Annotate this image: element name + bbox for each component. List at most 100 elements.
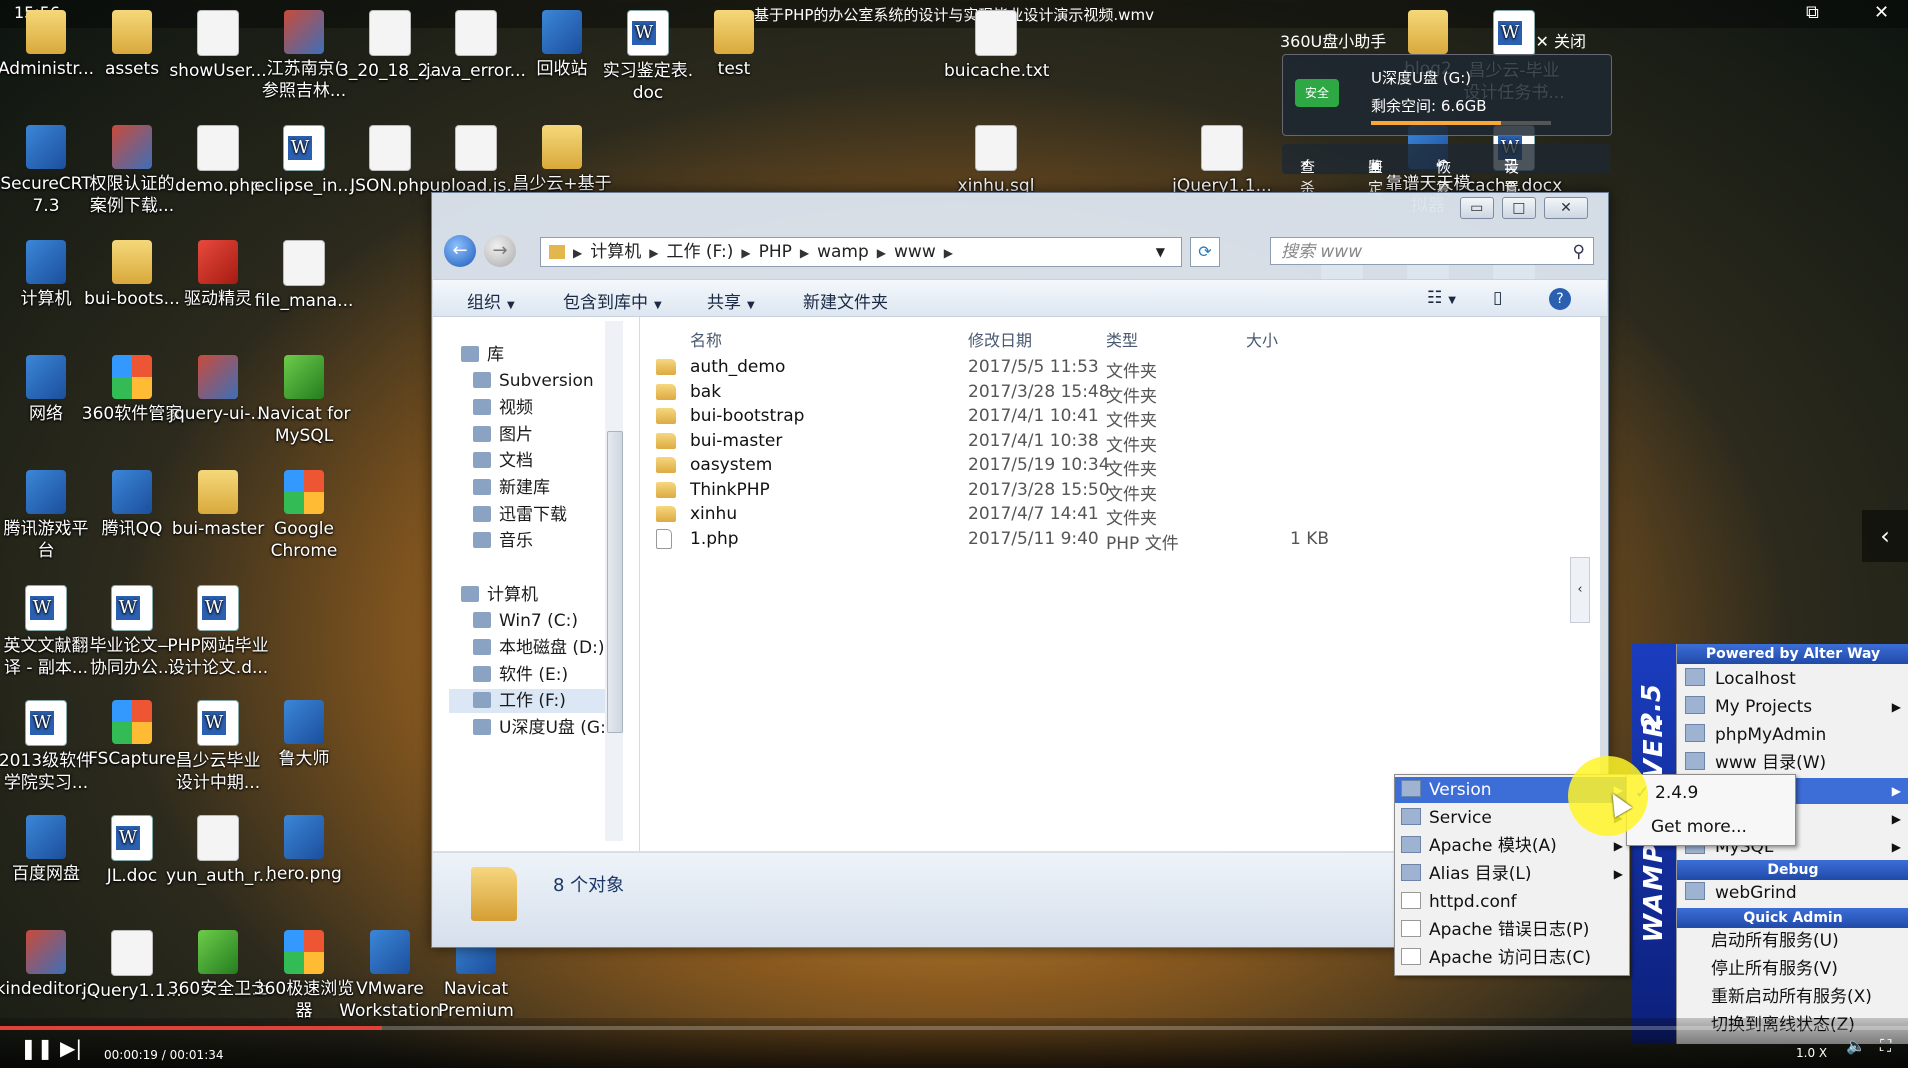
wamp-menu-item[interactable]: Localhost bbox=[1677, 666, 1908, 692]
file-row[interactable]: auth_demo 2017/5/5 11:53 文件夹 bbox=[640, 355, 1540, 382]
desktop-icon[interactable]: file_mana... bbox=[252, 240, 356, 312]
apache-menu-item[interactable]: Apache 模块(A) ▶ bbox=[1395, 833, 1629, 859]
nav-item[interactable]: 本地磁盘 (D:) bbox=[473, 636, 605, 660]
column-size[interactable]: 大小 bbox=[1246, 327, 1278, 351]
nav-item[interactable]: 计算机 bbox=[461, 583, 538, 607]
apache-menu-item[interactable]: Alias 目录(L) ▶ bbox=[1395, 861, 1629, 887]
breadcrumb-separator-icon[interactable]: ▶ bbox=[649, 246, 658, 260]
close-button[interactable]: ✕ bbox=[1544, 197, 1588, 219]
nav-item[interactable]: 迅雷下载 bbox=[473, 503, 567, 527]
share-button[interactable]: 共享 ▼ bbox=[707, 288, 755, 313]
desktop-icon[interactable]: 鲁大师 bbox=[252, 700, 356, 770]
organize-button[interactable]: 组织 ▼ bbox=[467, 288, 515, 313]
fullscreen-icon[interactable]: ⛶ bbox=[1880, 1036, 1891, 1056]
file-name: xinhu bbox=[690, 504, 738, 524]
apache-menu-item[interactable]: Apache 错误日志(P) bbox=[1395, 917, 1629, 943]
restore-icon[interactable]: ⧉ bbox=[1806, 2, 1819, 23]
volume-icon[interactable]: 🔈 bbox=[1846, 1036, 1866, 1055]
nav-item-label: U深度U盘 (G:) bbox=[499, 718, 613, 738]
wamp-menu-item[interactable]: My Projects ▶ bbox=[1677, 694, 1908, 720]
nav-item[interactable]: 图片 bbox=[473, 423, 533, 447]
version-item-current[interactable]: ✓2.4.9 bbox=[1627, 779, 1795, 807]
get-more-item[interactable]: Get more... bbox=[1627, 813, 1795, 841]
file-row[interactable]: ThinkPHP 2017/3/28 15:50 文件夹 bbox=[640, 478, 1540, 505]
usb-helper-close-button[interactable]: ✕ 关闭 bbox=[1535, 28, 1586, 52]
apache-menu-item[interactable]: httpd.conf bbox=[1395, 889, 1629, 915]
desktop-icon[interactable]: jQuery1.1... bbox=[1170, 125, 1274, 197]
search-icon[interactable]: ⚲ bbox=[1573, 238, 1585, 266]
breadcrumb-item[interactable]: wamp bbox=[817, 242, 869, 262]
maximize-button[interactable]: □ bbox=[1501, 197, 1536, 219]
speed-label[interactable]: 1.0 X bbox=[1796, 1046, 1827, 1060]
new-folder-button[interactable]: 新建文件夹 bbox=[803, 288, 888, 313]
column-type[interactable]: 类型 bbox=[1106, 327, 1138, 351]
desktop-icon[interactable]: hero.png bbox=[252, 815, 356, 885]
nav-item[interactable]: 文档 bbox=[473, 449, 533, 473]
file-row[interactable]: bui-master 2017/4/1 10:38 文件夹 bbox=[640, 429, 1540, 456]
nav-item[interactable]: 库 bbox=[461, 343, 504, 367]
wamp-menu-item[interactable]: www 目录(W) bbox=[1677, 750, 1908, 776]
desktop-icon[interactable]: Navicat for MySQL bbox=[252, 355, 356, 447]
file-row[interactable]: bak 2017/3/28 15:48 文件夹 bbox=[640, 380, 1540, 407]
breadcrumb-separator-icon[interactable]: ▶ bbox=[877, 246, 886, 260]
side-panel-toggle[interactable]: ‹ bbox=[1862, 510, 1908, 562]
refresh-icon[interactable]: ⟳ bbox=[1190, 237, 1220, 267]
desktop-icon[interactable]: xinhu.sql bbox=[944, 125, 1048, 197]
close-icon[interactable]: ✕ bbox=[1874, 2, 1889, 23]
column-name[interactable]: 名称 bbox=[690, 327, 722, 351]
nav-item-icon bbox=[473, 692, 491, 708]
include-in-library-button[interactable]: 包含到库中 ▼ bbox=[563, 288, 662, 313]
folder-icon bbox=[112, 10, 152, 54]
nav-item[interactable]: 视频 bbox=[473, 396, 533, 420]
nav-item[interactable]: 音乐 bbox=[473, 529, 533, 553]
nav-item[interactable]: Win7 (C:) bbox=[473, 609, 578, 633]
nav-item[interactable]: U深度U盘 (G:) bbox=[473, 716, 612, 740]
file-name: bui-master bbox=[690, 430, 783, 451]
file-row[interactable]: xinhu 2017/4/7 14:41 文件夹 bbox=[640, 502, 1540, 529]
webgrind-item[interactable]: webGrind bbox=[1677, 880, 1908, 906]
nav-item[interactable]: 工作 (F:) bbox=[449, 689, 623, 713]
next-icon[interactable]: ▶| bbox=[60, 1036, 82, 1060]
apache-menu-item[interactable]: Apache 访问日志(C) bbox=[1395, 945, 1629, 971]
forward-button[interactable]: → bbox=[484, 235, 516, 267]
desktop-icon[interactable]: buicache.txt bbox=[944, 10, 1049, 82]
breadcrumb-item[interactable]: 工作 (F:) bbox=[666, 242, 733, 262]
nav-item[interactable]: 新建库 bbox=[473, 476, 550, 500]
pause-icon[interactable]: ❚❚ bbox=[20, 1036, 54, 1060]
view-options-icon[interactable]: ☷ ▼ bbox=[1427, 288, 1456, 308]
breadcrumb-item[interactable]: www bbox=[894, 242, 936, 262]
file-type: 文件夹 bbox=[1106, 386, 1157, 407]
address-bar[interactable]: ▶ 计算机 ▶ 工作 (F:) ▶ PHP ▶ wamp ▶ www ▶ ▼ bbox=[540, 237, 1182, 267]
preview-pane-icon[interactable]: ▯ bbox=[1493, 288, 1502, 308]
breadcrumb-separator-icon[interactable]: ▶ bbox=[944, 246, 953, 260]
desktop-icon[interactable]: PHP网站毕业 设计论文.d... bbox=[166, 585, 270, 679]
nav-item-label: 图片 bbox=[499, 425, 533, 445]
breadcrumb-separator-icon[interactable]: ▶ bbox=[800, 246, 809, 260]
address-dropdown-icon[interactable]: ▼ bbox=[1156, 238, 1165, 266]
breadcrumb-item[interactable]: 计算机 bbox=[590, 242, 641, 262]
column-date[interactable]: 修改日期 bbox=[968, 327, 1032, 351]
breadcrumb-separator-icon[interactable]: ▶ bbox=[741, 246, 750, 260]
nav-scrollbar[interactable] bbox=[605, 321, 623, 841]
quick-admin-item[interactable]: 重新启动所有服务(X) bbox=[1677, 984, 1908, 1010]
help-icon[interactable]: ? bbox=[1549, 288, 1571, 310]
nav-item[interactable]: Subversion bbox=[473, 369, 594, 393]
search-input[interactable]: 搜索 www ⚲ bbox=[1270, 237, 1594, 265]
file-date: 2017/5/11 9:40 bbox=[968, 528, 1099, 549]
desktop-icon[interactable]: 昌少云+基于 bbox=[510, 125, 614, 195]
progress-bar[interactable] bbox=[0, 1026, 1908, 1030]
nav-item[interactable]: 软件 (E:) bbox=[473, 663, 568, 687]
breadcrumb-item[interactable]: PHP bbox=[759, 242, 792, 262]
back-button[interactable]: ← bbox=[444, 235, 476, 267]
desktop-icon[interactable]: test bbox=[682, 10, 786, 80]
quick-admin-item[interactable]: 启动所有服务(U) bbox=[1677, 928, 1908, 954]
file-row[interactable]: bui-bootstrap 2017/4/1 10:41 文件夹 bbox=[640, 404, 1540, 431]
collapse-pane-button[interactable]: ‹ bbox=[1570, 557, 1590, 623]
file-row[interactable]: oasystem 2017/5/19 10:34 文件夹 bbox=[640, 453, 1540, 480]
breadcrumb-separator-icon[interactable]: ▶ bbox=[573, 246, 582, 260]
desktop-icon[interactable]: Google Chrome bbox=[252, 470, 356, 562]
file-row[interactable]: 1.php 2017/5/11 9:40 PHP 文件 1 KB bbox=[640, 527, 1540, 554]
quick-admin-item[interactable]: 停止所有服务(V) bbox=[1677, 956, 1908, 982]
minimize-button[interactable]: ▭ bbox=[1459, 197, 1494, 219]
wamp-menu-item[interactable]: phpMyAdmin bbox=[1677, 722, 1908, 748]
